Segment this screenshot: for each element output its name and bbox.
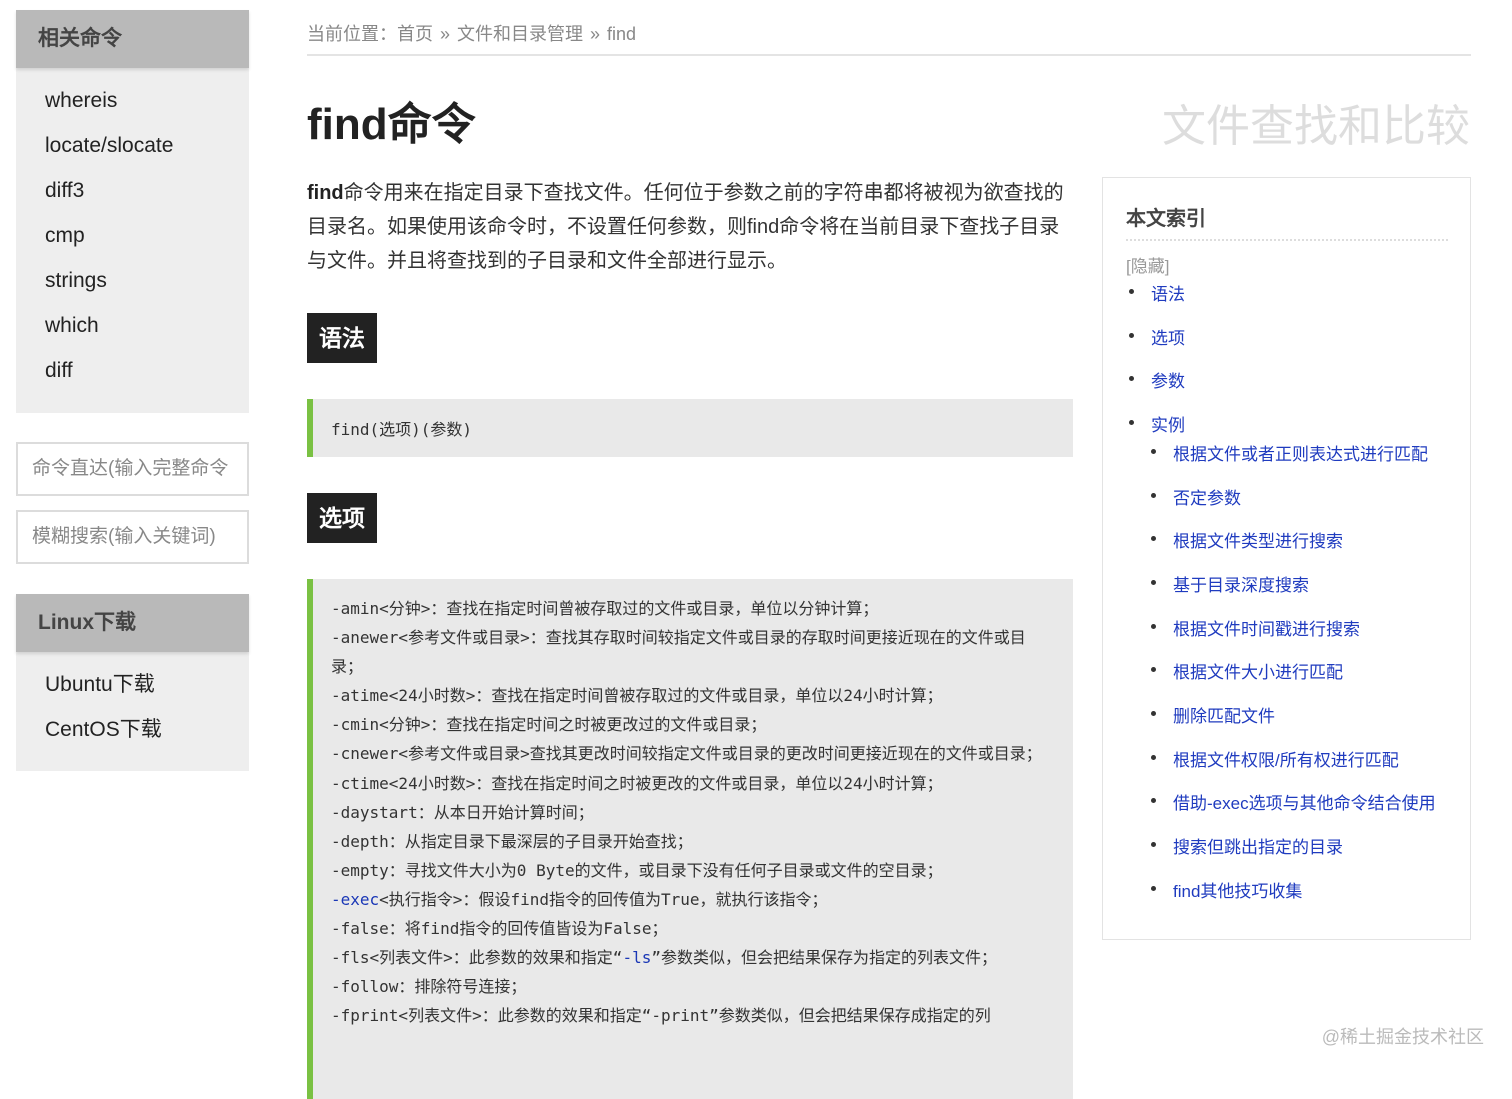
related-command-item[interactable]: diff3 <box>16 168 249 213</box>
option-line: -cmin<分钟>：查找在指定时间之时被更改过的文件或目录； <box>331 715 767 735</box>
breadcrumb-separator: » <box>590 24 601 44</box>
toc-item-examples[interactable]: 实例 <box>1129 411 1185 436</box>
toc-subitem[interactable]: 否定参数 <box>1151 484 1241 509</box>
toc-subitem[interactable]: 删除匹配文件 <box>1151 702 1275 727</box>
intro-command-name: find <box>307 182 344 204</box>
fuzzy-search-input[interactable] <box>16 510 249 564</box>
related-command-item[interactable]: which <box>16 303 249 348</box>
breadcrumb-separator: » <box>440 24 451 44</box>
option-line: -follow：排除符号连接； <box>331 977 527 997</box>
option-line: -amin<分钟>：查找在指定时间曾被存取过的文件或目录，单位以分钟计算； <box>331 599 879 618</box>
toc-subitem[interactable]: 根据文件类型进行搜索 <box>1151 527 1343 552</box>
related-command-item[interactable]: diff <box>16 348 249 393</box>
syntax-heading: 语法 <box>307 313 377 363</box>
toc-item-parameters[interactable]: 参数 <box>1129 367 1185 392</box>
related-command-item[interactable]: locate/slocate <box>16 123 249 168</box>
related-command-item[interactable]: cmp <box>16 213 249 258</box>
option-line: -empty：寻找文件大小为0 Byte的文件，或目录下没有任何子目录或文件的空… <box>331 860 943 880</box>
breadcrumb-current: find <box>607 24 637 44</box>
syntax-code-block: find(选项)(参数) <box>307 399 1073 457</box>
ls-option-link[interactable]: -ls <box>622 948 651 967</box>
related-commands-title: 相关命令 <box>16 10 249 68</box>
options-heading: 选项 <box>307 493 377 543</box>
exec-option-link[interactable]: -exec <box>331 890 379 909</box>
toc-subitem[interactable]: find其他技巧收集 <box>1150 877 1302 902</box>
site-watermark: @稀土掘金技术社区 <box>1321 1027 1484 1047</box>
option-line: -false：将find指令的回传值皆设为False； <box>331 919 668 939</box>
related-commands-list: whereis locate/slocate diff3 cmp strings… <box>16 68 249 409</box>
breadcrumb-category-link[interactable]: 文件和目录管理 <box>457 24 583 44</box>
option-line: -fprint<列表文件>：此参数的效果和指定“-print”参数类似，但会把结… <box>331 1006 991 1026</box>
toc-subitem[interactable]: 根据文件大小进行匹配 <box>1151 658 1343 683</box>
options-code-block: -amin<分钟>：查找在指定时间曾被存取过的文件或目录，单位以分钟计算； -a… <box>307 579 1073 1099</box>
related-command-item[interactable]: strings <box>16 258 249 303</box>
option-line: -atime<24小时数>：查找在指定时间曾被存取过的文件或目录，单位以24小时… <box>331 686 943 706</box>
toc-title: 本文索引 <box>1126 208 1206 230</box>
option-line: -depth：从指定目录下最深层的子目录开始查找； <box>331 831 693 851</box>
option-line: -cnewer<参考文件或目录>查找其更改时间较指定文件或目录的更改时间更接近现… <box>331 744 1042 764</box>
linux-downloads-panel: Linux下载 Ubuntu下载 CentOS下载 <box>16 594 249 771</box>
related-command-item[interactable]: whereis <box>16 78 249 123</box>
related-commands-panel: 相关命令 whereis locate/slocate diff3 cmp st… <box>16 10 249 413</box>
toc-hide-toggle[interactable]: [隐藏] <box>1126 252 1169 277</box>
toc-subitem[interactable]: 借助-exec选项与其他命令结合使用 <box>1151 789 1436 814</box>
download-item-centos[interactable]: CentOS下载 <box>16 707 249 752</box>
toc-subitem[interactable]: 根据文件权限/所有权进行匹配 <box>1151 746 1399 771</box>
table-of-contents: 本文索引 [隐藏] 语法 选项 参数 实例 根据文件或者正则表达式进行匹配 否定… <box>1102 177 1471 940</box>
option-line: -anewer<参考文件或目录>：查找其存取时间较指定文件或目录的存取时间更接近… <box>331 628 1026 677</box>
toc-subitem[interactable]: 根据文件时间戳进行搜索 <box>1151 615 1360 640</box>
page-title: find命令 <box>307 100 476 149</box>
toc-divider <box>1126 239 1448 241</box>
linux-downloads-list: Ubuntu下载 CentOS下载 <box>16 652 249 768</box>
toc-item-syntax[interactable]: 语法 <box>1129 280 1185 305</box>
breadcrumb-prefix: 当前位置： <box>307 24 397 44</box>
option-line: -fls<列表文件>：此参数的效果和指定“-ls”参数类似，但会把结果保存为指定… <box>331 948 997 968</box>
breadcrumb: 当前位置：首页 » 文件和目录管理 » find <box>307 20 636 46</box>
download-item-ubuntu[interactable]: Ubuntu下载 <box>16 662 249 707</box>
category-title: 文件查找和比较 <box>1162 102 1470 151</box>
linux-downloads-title: Linux下载 <box>16 594 249 652</box>
intro-paragraph: find命令用来在指定目录下查找文件。任何位于参数之前的字符串都将被视为欲查找的… <box>307 176 1069 278</box>
command-direct-input[interactable] <box>16 442 249 496</box>
breadcrumb-home-link[interactable]: 首页 <box>397 24 433 44</box>
breadcrumb-divider <box>307 54 1471 56</box>
option-line: -daystart：从本日开始计算时间； <box>331 802 594 822</box>
option-line: -ctime<24小时数>：查找在指定时间之时被更改的文件或目录，单位以24小时… <box>331 773 943 793</box>
option-line: -exec<执行指令>：假设find指令的回传值为True，就执行该指令； <box>331 889 828 909</box>
toc-item-options[interactable]: 选项 <box>1129 324 1185 349</box>
intro-text: 命令用来在指定目录下查找文件。任何位于参数之前的字符串都将被视为欲查找的目录名。… <box>307 182 1064 272</box>
toc-subitem[interactable]: 基于目录深度搜索 <box>1151 571 1309 596</box>
toc-subitem[interactable]: 搜索但跳出指定的目录 <box>1151 833 1343 858</box>
toc-subitem[interactable]: 根据文件或者正则表达式进行匹配 <box>1151 440 1428 465</box>
